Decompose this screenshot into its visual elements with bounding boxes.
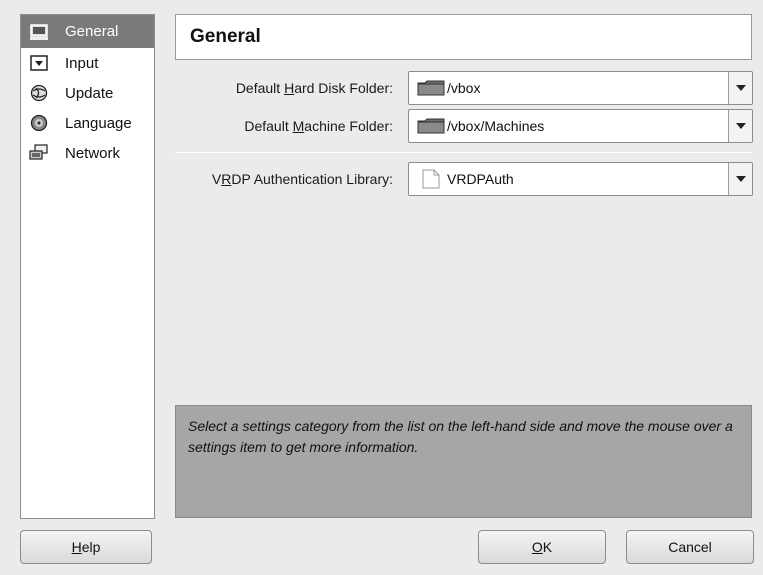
settings-dialog: General Input Update Language Network Ge… [0, 0, 763, 575]
cancel-button[interactable]: Cancel [626, 530, 754, 564]
hard-disk-folder-value: /vbox [447, 80, 481, 96]
hard-disk-folder-select[interactable]: /vbox [408, 71, 753, 105]
hard-disk-folder-label: Default Hard Disk Folder: [235, 80, 393, 96]
combo-value: /vbox/Machines [409, 117, 728, 135]
category-label: Update [65, 84, 114, 102]
folder-icon [417, 117, 445, 135]
category-list[interactable]: General Input Update Language Network [20, 14, 155, 519]
monitor-icon [27, 22, 51, 42]
category-item-language[interactable]: Language [21, 108, 154, 138]
combo-value: /vbox [409, 79, 728, 97]
globe-update-icon [27, 83, 51, 103]
vrdp-library-value: VRDPAuth [447, 171, 514, 187]
chevron-down-icon[interactable] [728, 163, 752, 195]
machine-folder-select[interactable]: /vbox/Machines [408, 109, 753, 143]
folder-icon [417, 79, 445, 97]
page-title-box: General [175, 14, 752, 60]
globe-language-icon [27, 113, 51, 133]
vrdp-library-select[interactable]: VRDPAuth [408, 162, 753, 196]
category-label: Input [65, 54, 99, 72]
file-icon [417, 169, 445, 189]
category-item-general[interactable]: General [21, 15, 154, 48]
machine-folder-row: Default Machine Folder: /vbox/Machines [175, 108, 753, 144]
hard-disk-folder-row: Default Hard Disk Folder: /vbox [175, 70, 753, 106]
help-button[interactable]: Help [20, 530, 152, 564]
chevron-down-icon[interactable] [728, 72, 752, 104]
machine-folder-value: /vbox/Machines [447, 118, 545, 134]
page-title: General [190, 26, 261, 47]
category-label: Language [65, 114, 132, 132]
info-text: Select a settings category from the list… [188, 418, 733, 455]
vrdp-library-label: VRDP Authentication Library: [211, 171, 393, 187]
network-icon [27, 143, 51, 163]
category-item-network[interactable]: Network [21, 138, 154, 168]
info-panel: Select a settings category from the list… [175, 405, 752, 518]
vrdp-library-row: VRDP Authentication Library: VRDPAuth [175, 161, 753, 197]
ok-button[interactable]: OK [478, 530, 606, 564]
keyboard-icon [27, 53, 51, 73]
divider [175, 152, 752, 153]
combo-value: VRDPAuth [409, 169, 728, 189]
category-label: Network [65, 144, 121, 162]
machine-folder-label: Default Machine Folder: [244, 118, 393, 134]
chevron-down-icon[interactable] [728, 110, 752, 142]
category-label: General [65, 23, 119, 40]
category-item-input[interactable]: Input [21, 48, 154, 78]
category-item-update[interactable]: Update [21, 78, 154, 108]
